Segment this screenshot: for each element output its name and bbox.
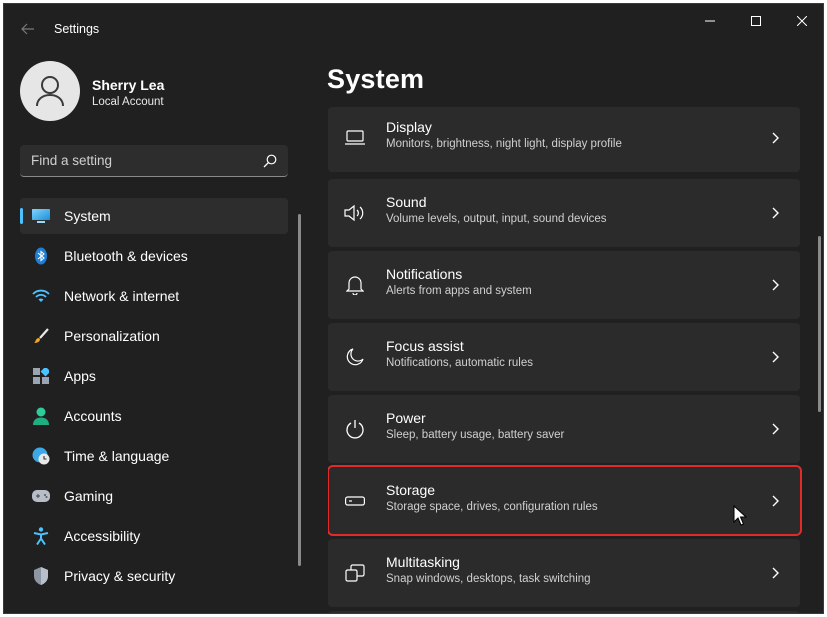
sidebar-item-label: Apps xyxy=(64,368,96,384)
sidebar-item-label: Network & internet xyxy=(64,288,180,304)
chevron-right-icon xyxy=(772,423,779,435)
main-scrollbar[interactable] xyxy=(818,236,821,412)
gamepad-icon xyxy=(32,487,50,505)
sidebar-item-apps[interactable]: Apps xyxy=(20,358,288,394)
minimize-button[interactable] xyxy=(687,4,733,38)
settings-window: Settings Sherry Lea Local Account Find a… xyxy=(3,3,824,614)
chevron-right-icon xyxy=(772,495,779,507)
card-title: Multitasking xyxy=(386,554,460,570)
page-title: System xyxy=(327,64,425,94)
sidebar-item-gaming[interactable]: Gaming xyxy=(20,478,288,514)
card-focus-assist[interactable]: Focus assist Notifications, automatic ru… xyxy=(328,323,800,391)
card-subtitle: Alerts from apps and system xyxy=(386,285,532,297)
card-subtitle: Sleep, battery usage, battery saver xyxy=(386,429,565,441)
speaker-icon xyxy=(344,202,366,224)
card-storage[interactable]: Storage Storage space, drives, configura… xyxy=(328,465,802,536)
bell-icon xyxy=(344,274,366,296)
monitor-icon xyxy=(344,127,366,149)
maximize-icon xyxy=(751,16,761,26)
accounts-icon xyxy=(32,407,50,425)
title-bar: Settings xyxy=(4,4,823,52)
chevron-right-icon xyxy=(772,351,779,363)
search-icon[interactable] xyxy=(263,154,277,168)
sidebar-nav: System Bluetooth & devices Network & int… xyxy=(20,198,288,598)
multitask-icon xyxy=(344,562,366,584)
card-multitasking[interactable]: Multitasking Snap windows, desktops, tas… xyxy=(328,539,800,607)
account-type: Local Account xyxy=(92,96,164,108)
card-next-partial[interactable] xyxy=(328,611,800,613)
search-input[interactable] xyxy=(20,145,256,176)
card-title: Focus assist xyxy=(386,338,464,354)
minimize-icon xyxy=(705,20,715,22)
sidebar-item-accounts[interactable]: Accounts xyxy=(20,398,288,434)
sidebar-item-personalization[interactable]: Personalization xyxy=(20,318,288,354)
card-title: Power xyxy=(386,410,426,426)
sidebar-scrollbar[interactable] xyxy=(298,214,301,566)
user-icon xyxy=(36,76,64,107)
drive-icon xyxy=(344,490,366,512)
power-icon xyxy=(344,418,366,440)
card-power[interactable]: Power Sleep, battery usage, battery save… xyxy=(328,395,800,463)
card-display[interactable]: Display Monitors, brightness, night ligh… xyxy=(328,107,800,172)
moon-icon xyxy=(344,346,366,368)
close-button[interactable] xyxy=(779,4,823,38)
card-title: Sound xyxy=(386,194,427,210)
sidebar-item-label: Time & language xyxy=(64,448,170,464)
sidebar-item-label: Personalization xyxy=(64,328,160,344)
maximize-button[interactable] xyxy=(733,4,779,38)
chevron-right-icon xyxy=(772,132,779,144)
bluetooth-icon xyxy=(32,247,50,265)
card-title: Storage xyxy=(386,482,436,498)
search-box xyxy=(20,145,288,177)
card-subtitle: Notifications, automatic rules xyxy=(386,357,534,369)
shield-icon xyxy=(32,567,50,585)
sidebar-item-system[interactable]: System xyxy=(20,198,288,234)
avatar[interactable] xyxy=(20,61,80,121)
mouse-cursor-icon xyxy=(733,505,747,526)
settings-cards: Display Monitors, brightness, night ligh… xyxy=(328,107,802,613)
sidebar-item-privacy-security[interactable]: Privacy & security xyxy=(20,558,288,594)
card-sound[interactable]: Sound Volume levels, output, input, soun… xyxy=(328,179,800,247)
chevron-right-icon xyxy=(772,279,779,291)
sidebar-item-label: Accessibility xyxy=(64,528,141,544)
back-button[interactable] xyxy=(14,16,42,42)
sidebar-item-label: Bluetooth & devices xyxy=(64,248,188,264)
wifi-icon xyxy=(32,287,50,305)
sidebar-item-accessibility[interactable]: Accessibility xyxy=(20,518,288,554)
sidebar-item-network[interactable]: Network & internet xyxy=(20,278,288,314)
arrow-left-icon xyxy=(21,23,34,35)
accessibility-icon xyxy=(32,527,50,545)
sidebar-item-label: Privacy & security xyxy=(64,568,176,584)
sidebar-item-label: System xyxy=(64,208,111,224)
clock-globe-icon xyxy=(32,447,50,465)
card-subtitle: Volume levels, output, input, sound devi… xyxy=(386,213,607,225)
chevron-right-icon xyxy=(772,567,779,579)
sidebar-item-label: Gaming xyxy=(64,488,114,504)
card-title: Display xyxy=(386,119,432,135)
close-icon xyxy=(797,16,807,26)
sidebar-item-bluetooth[interactable]: Bluetooth & devices xyxy=(20,238,288,274)
card-subtitle: Monitors, brightness, night light, displ… xyxy=(386,138,622,150)
app-title: Settings xyxy=(54,22,100,36)
chevron-right-icon xyxy=(772,207,779,219)
sidebar-item-time-language[interactable]: Time & language xyxy=(20,438,288,474)
card-title: Notifications xyxy=(386,266,463,282)
user-name: Sherry Lea xyxy=(92,77,165,93)
card-subtitle: Snap windows, desktops, task switching xyxy=(386,573,591,585)
card-subtitle: Storage space, drives, configuration rul… xyxy=(386,501,598,513)
sidebar-item-label: Accounts xyxy=(64,408,122,424)
apps-icon xyxy=(32,367,50,385)
card-notifications[interactable]: Notifications Alerts from apps and syste… xyxy=(328,251,800,319)
brush-icon xyxy=(32,327,50,345)
system-icon xyxy=(32,207,50,225)
